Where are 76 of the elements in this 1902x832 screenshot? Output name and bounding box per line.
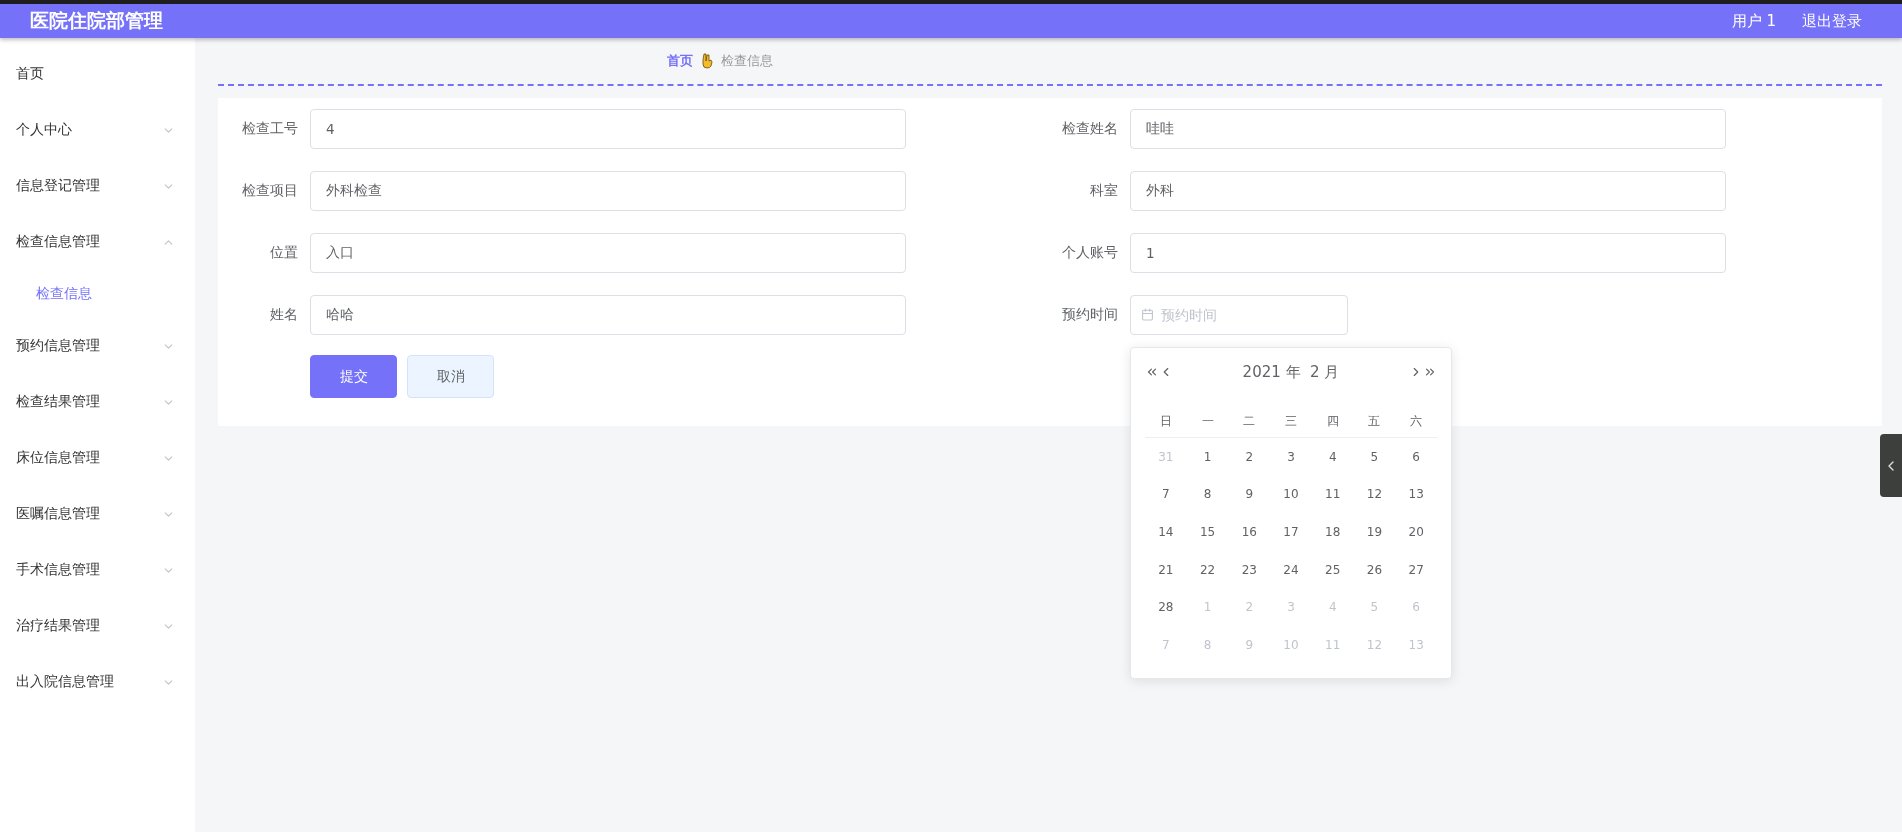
field-label: 个人账号 [1061, 244, 1119, 262]
calendar-day[interactable]: 24 [1270, 550, 1312, 589]
menu-group[interactable]: 信息登记管理 [0, 158, 195, 214]
previous-year-icon[interactable] [1145, 365, 1159, 379]
calendar-day[interactable]: 2 [1228, 438, 1271, 476]
date-field[interactable]: 预约时间 [1130, 295, 1348, 335]
breadcrumb-home[interactable]: 首页 [667, 52, 693, 70]
weekday-label: 六 [1395, 406, 1437, 438]
calendar-day[interactable]: 14 [1145, 513, 1187, 551]
input-field[interactable]: 外科检查 [310, 171, 906, 211]
calendar-day[interactable]: 1 [1186, 438, 1229, 476]
menu-group[interactable]: 预约信息管理 [0, 318, 195, 374]
calendar-day[interactable]: 8 [1186, 475, 1229, 514]
weekday-label: 四 [1311, 406, 1354, 438]
input-field[interactable]: 入口 [310, 233, 906, 273]
input-field[interactable]: 4 [310, 109, 906, 149]
calendar-day[interactable]: 5 [1353, 438, 1396, 476]
menu-group[interactable]: 手术信息管理 [0, 542, 195, 598]
input-field[interactable]: 外科 [1130, 171, 1726, 211]
calendar-day[interactable]: 25 [1311, 550, 1354, 589]
calendar-day[interactable]: 11 [1311, 475, 1354, 514]
menu-group[interactable]: 出入院信息管理 [0, 654, 195, 710]
field-label: 姓名 [269, 306, 299, 324]
submenu-item[interactable]: 检查信息 [0, 270, 195, 318]
menu-group[interactable]: 床位信息管理 [0, 430, 195, 486]
menu-group[interactable]: 检查结果管理 [0, 374, 195, 430]
calendar-day[interactable]: 15 [1186, 513, 1229, 551]
calendar-day[interactable]: 3 [1270, 438, 1312, 476]
calendar-day[interactable]: 22 [1186, 550, 1229, 589]
calendar-day[interactable]: 13 [1395, 475, 1437, 514]
field-label: 检查项目 [241, 182, 299, 200]
next-year-icon[interactable] [1423, 365, 1437, 379]
weekday-label: 三 [1270, 406, 1312, 438]
field-label: 检查工号 [241, 120, 299, 138]
hand-icon [701, 53, 713, 69]
calendar-icon [1141, 308, 1154, 321]
logout-link[interactable]: 退出登录 [1802, 11, 1862, 31]
calendar-day[interactable]: 27 [1395, 550, 1437, 589]
weekday-label: 一 [1186, 406, 1229, 438]
calendar-day[interactable]: 21 [1145, 550, 1187, 589]
menu-group[interactable]: 检查信息管理 [0, 214, 195, 270]
field-label: 检查姓名 [1061, 120, 1119, 138]
menu-group[interactable]: 个人中心 [0, 102, 195, 158]
calendar-day[interactable]: 20 [1395, 513, 1437, 551]
field-label: 位置 [269, 244, 299, 262]
calendar-day[interactable]: 16 [1228, 513, 1271, 551]
input-field[interactable]: 哈哈 [310, 295, 906, 335]
cancel-button[interactable]: 取消 [407, 355, 494, 398]
calendar-day[interactable]: 6 [1395, 438, 1437, 476]
calendar-day[interactable]: 17 [1270, 513, 1312, 551]
calendar-day[interactable]: 23 [1228, 550, 1271, 589]
calendar-day[interactable]: 12 [1353, 475, 1396, 514]
field-label: 科室 [1089, 182, 1119, 200]
breadcrumb-current: 检查信息 [721, 52, 773, 70]
menu-item[interactable]: 首页 [0, 46, 195, 102]
input-field[interactable]: 哇哇 [1130, 109, 1726, 149]
calendar-day[interactable]: 28 [1145, 588, 1187, 626]
user-name: 用户 1 [1731, 11, 1776, 31]
calendar-day[interactable]: 7 [1145, 475, 1187, 514]
weekday-label: 二 [1228, 406, 1271, 438]
drawer-tab[interactable] [1880, 434, 1902, 497]
calendar-day[interactable]: 26 [1353, 550, 1396, 589]
calendar-title: 2021 年 2 月 [1242, 362, 1340, 382]
menu-group[interactable]: 治疗结果管理 [0, 598, 195, 654]
calendar-day[interactable]: 19 [1353, 513, 1396, 551]
calendar-day[interactable]: 10 [1270, 475, 1312, 514]
submit-button[interactable]: 提交 [310, 355, 397, 398]
weekday-label: 日 [1145, 406, 1187, 438]
input-field[interactable]: 1 [1130, 233, 1726, 273]
calendar-day[interactable]: 18 [1311, 513, 1354, 551]
menu-group[interactable]: 医嘱信息管理 [0, 486, 195, 542]
field-label: 预约时间 [1061, 306, 1119, 324]
calendar-day[interactable]: 4 [1311, 438, 1354, 476]
calendar-day[interactable]: 9 [1228, 475, 1271, 514]
app-title: 医院住院部管理 [30, 8, 164, 33]
weekday-label: 五 [1353, 406, 1396, 438]
